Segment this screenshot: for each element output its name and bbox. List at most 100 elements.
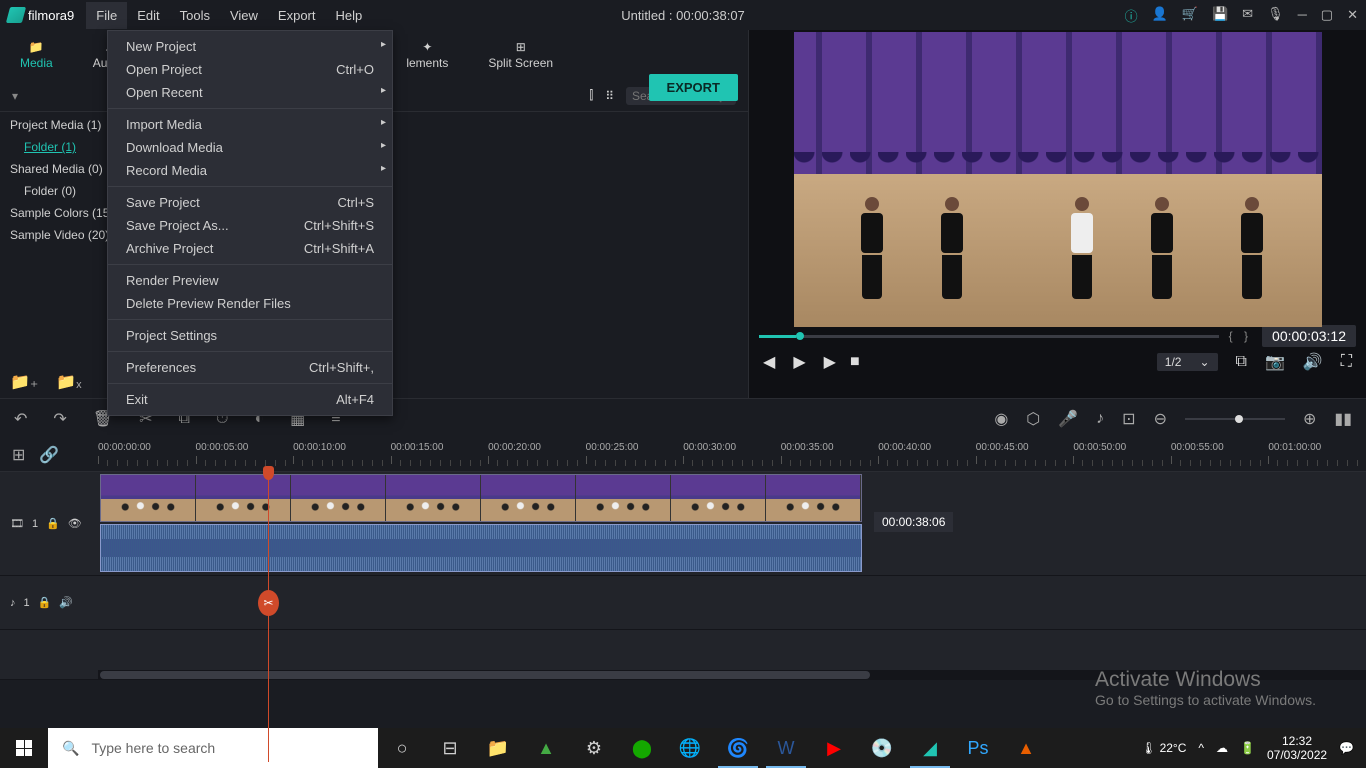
delete-folder-icon[interactable]: 📁ₓ (56, 372, 81, 392)
video-clip[interactable]: 00001 (100, 474, 862, 522)
prev-frame-button[interactable]: ◀ (763, 352, 775, 372)
file-menu-open-project[interactable]: Open ProjectCtrl+O (108, 58, 392, 81)
scrub-track[interactable] (759, 335, 1219, 338)
mic-icon[interactable]: 🎙 (1267, 6, 1284, 25)
file-menu-exit[interactable]: ExitAlt+F4 (108, 388, 392, 411)
app-icon-green[interactable]: ▲ (522, 728, 570, 768)
volume-icon[interactable]: 🔊 (1303, 352, 1323, 372)
account-icon[interactable]: 👤 (1152, 6, 1168, 25)
snapshot-icon[interactable]: 📷 (1265, 352, 1285, 372)
sort-icon[interactable]: ⠿ (605, 89, 614, 103)
tray-chevron-icon[interactable]: ^ (1198, 741, 1204, 755)
file-menu-import-media[interactable]: Import Media (108, 113, 392, 136)
sidebar-item[interactable]: Sample Colors (15) (6, 204, 106, 222)
file-menu-project-settings[interactable]: Project Settings (108, 324, 392, 347)
playback-speed-select[interactable]: 1/2 ⌄ (1157, 353, 1218, 371)
sidebar-item[interactable]: Folder (1) (6, 138, 106, 156)
start-button[interactable] (0, 728, 48, 768)
file-menu-save-project[interactable]: Save ProjectCtrl+S (108, 191, 392, 214)
sidebar-item[interactable]: Folder (0) (6, 182, 106, 200)
lock-icon[interactable]: 🔒 (38, 596, 52, 609)
sidebar-item[interactable]: Sample Video (20) (6, 226, 106, 244)
quality-icon[interactable]: ⧉ (1236, 353, 1247, 371)
audio-clip[interactable] (100, 524, 862, 572)
file-menu-open-recent[interactable]: Open Recent (108, 81, 392, 104)
onedrive-icon[interactable]: ☁ (1216, 741, 1228, 755)
tab-split-screen[interactable]: ⊞Split Screen (468, 30, 573, 80)
lock-icon[interactable]: 🔒 (46, 517, 60, 530)
menu-edit[interactable]: Edit (127, 2, 169, 29)
file-menu-download-media[interactable]: Download Media (108, 136, 392, 159)
mark-brackets[interactable]: { } (1229, 329, 1252, 343)
link-icon[interactable]: 🔗 (39, 445, 59, 465)
word-icon[interactable]: W (762, 728, 810, 768)
photoshop-icon[interactable]: Ps (954, 728, 1002, 768)
weather-widget[interactable]: 🌡 22°C (1141, 741, 1186, 755)
split-handle-icon[interactable]: ✂ (258, 590, 279, 616)
undo-button[interactable]: ↶ (14, 409, 27, 429)
video-track-body[interactable]: 00001 00:00:38:06 ✂ (98, 472, 1366, 575)
clock[interactable]: 12:32 07/03/2022 (1267, 734, 1327, 763)
cortana-icon[interactable]: ○ (378, 728, 426, 768)
settings-icon[interactable]: ⚙ (570, 728, 618, 768)
menu-help[interactable]: Help (326, 2, 373, 29)
cart-icon[interactable]: 🛒 (1182, 6, 1198, 25)
app-icon-youtube[interactable]: ▶ (810, 728, 858, 768)
marker-icon[interactable]: ⬡ (1026, 409, 1040, 429)
sidebar-item[interactable]: Shared Media (0) (6, 160, 106, 178)
menu-export[interactable]: Export (268, 2, 326, 29)
app-icon-browser[interactable]: 🌐 (666, 728, 714, 768)
mute-icon[interactable]: 🔊 (59, 596, 73, 609)
filter-icon[interactable]: ⫿ (589, 88, 593, 103)
task-view-icon[interactable]: ⊟ (426, 728, 474, 768)
keyframe-icon[interactable]: ⊡ (1122, 409, 1135, 429)
next-frame-button[interactable]: ▶ (824, 352, 832, 372)
edge-icon[interactable]: 🌀 (714, 728, 762, 768)
zoom-fit-button[interactable]: ▮▮ (1334, 409, 1352, 429)
tab-elements[interactable]: ✦lements (386, 30, 468, 80)
message-icon[interactable]: ✉ (1242, 6, 1253, 25)
zoom-in-button[interactable]: ⊕ (1303, 409, 1316, 429)
menu-file[interactable]: File (86, 2, 127, 29)
taskbar-search[interactable]: 🔍 Type here to search (48, 728, 378, 768)
audio-mixer-icon[interactable]: ♪ (1096, 410, 1104, 428)
audio-track-body[interactable] (98, 576, 1366, 629)
render-icon[interactable]: ◉ (994, 409, 1008, 429)
redo-button[interactable]: ↷ (53, 409, 66, 429)
app-icon-upwork[interactable]: ⬤ (618, 728, 666, 768)
new-folder-icon[interactable]: 📁₊ (10, 372, 38, 392)
file-menu-new-project[interactable]: New Project (108, 35, 392, 58)
maximize-button[interactable]: ▢ (1321, 7, 1333, 23)
play-button[interactable]: ▶ (793, 352, 805, 372)
file-menu-render-preview[interactable]: Render Preview (108, 269, 392, 292)
scrollbar-thumb[interactable] (100, 671, 870, 679)
tab-media[interactable]: 📁Media (0, 30, 73, 80)
app-icon-burner[interactable]: 💿 (858, 728, 906, 768)
menu-tools[interactable]: Tools (170, 2, 220, 29)
voiceover-icon[interactable]: 🎤 (1058, 409, 1078, 429)
filmora-taskbar-icon[interactable]: ◢ (906, 728, 954, 768)
record-dropdown-icon[interactable]: ▾ (12, 89, 18, 103)
info-icon[interactable]: ⓘ (1125, 6, 1138, 25)
eye-icon[interactable]: 👁 (68, 517, 82, 530)
notifications-icon[interactable]: 💬 (1339, 741, 1354, 755)
export-button[interactable]: EXPORT (649, 74, 738, 101)
file-menu-record-media[interactable]: Record Media (108, 159, 392, 182)
vlc-icon[interactable]: ▲ (1002, 728, 1050, 768)
file-menu-archive-project[interactable]: Archive ProjectCtrl+Shift+A (108, 237, 392, 260)
menu-view[interactable]: View (220, 2, 268, 29)
fullscreen-icon[interactable]: ⛶ (1341, 353, 1352, 371)
preview-viewport[interactable] (794, 32, 1322, 327)
file-menu-preferences[interactable]: PreferencesCtrl+Shift+, (108, 356, 392, 379)
sidebar-item[interactable]: Project Media (1) (6, 116, 106, 134)
stop-button[interactable]: ■ (850, 353, 860, 371)
file-menu-delete-preview-render-files[interactable]: Delete Preview Render Files (108, 292, 392, 315)
explorer-icon[interactable]: 📁 (474, 728, 522, 768)
close-button[interactable]: ✕ (1347, 7, 1358, 23)
file-menu-save-project-as-[interactable]: Save Project As...Ctrl+Shift+S (108, 214, 392, 237)
battery-icon[interactable]: 🔋 (1240, 741, 1255, 755)
save-cloud-icon[interactable]: 💾 (1212, 6, 1228, 25)
track-manager-icon[interactable]: ⊞ (12, 445, 25, 465)
zoom-out-button[interactable]: ⊖ (1154, 409, 1167, 429)
time-ruler[interactable]: 00:00:00:0000:00:05:0000:00:10:0000:00:1… (98, 438, 1366, 471)
